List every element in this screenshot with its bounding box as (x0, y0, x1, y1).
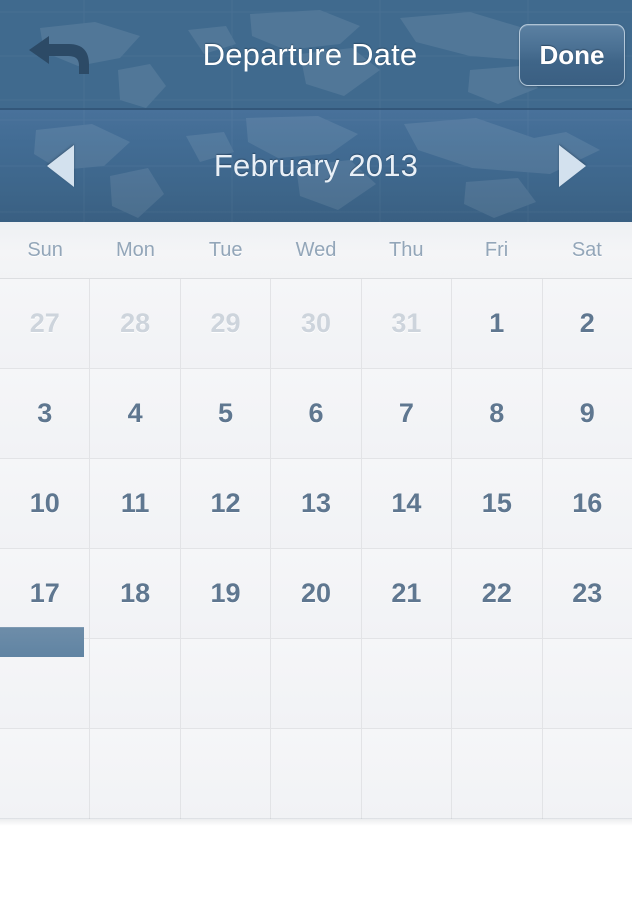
calendar-day-cell[interactable] (452, 639, 543, 728)
calendar-day-number: 6 (308, 398, 324, 428)
calendar-day-cell[interactable]: 23 (542, 549, 632, 638)
calendar-day-number: 19 (210, 578, 241, 608)
grid-bottom-shadow (0, 818, 632, 826)
calendar-day-cell[interactable] (361, 729, 453, 819)
weekday-label-tue: Tue (208, 238, 243, 261)
calendar-week-row: 3 4 5 6 7 8 9 (0, 369, 632, 459)
calendar-day-number: 3 (37, 398, 53, 428)
calendar-day-cell[interactable]: 19 (180, 549, 272, 638)
calendar-day-cell[interactable]: 18 (90, 549, 181, 638)
calendar-day-cell[interactable] (0, 729, 91, 819)
calendar-day-number: 28 (120, 308, 151, 338)
calendar-day-cell[interactable]: 30 (271, 279, 362, 368)
calendar-day-number: 2 (579, 308, 595, 338)
weekday-label-wed: Wed (295, 238, 337, 261)
calendar-day-cell[interactable]: 16 (542, 459, 632, 548)
calendar-day-number: 5 (218, 398, 234, 428)
calendar-day-cell[interactable]: 14 (361, 459, 453, 548)
calendar-day-grid: 27 28 29 30 31 1 2 3 4 5 6 7 8 9 10 11 12 13 14 15 16 17 18 19 2… (0, 278, 632, 819)
calendar-day-cell[interactable]: 31 (361, 279, 453, 368)
calendar-day-cell[interactable]: 27 (0, 279, 91, 368)
calendar-day-cell[interactable] (271, 639, 362, 728)
calendar-day-cell[interactable]: 9 (542, 369, 632, 458)
calendar-day-cell[interactable] (90, 639, 181, 728)
calendar-day-cell[interactable]: 28 (90, 279, 181, 368)
calendar-day-number: 21 (391, 578, 422, 608)
calendar-day-cell[interactable]: 15 (452, 459, 543, 548)
navigation-bar: Departure Date Done (0, 0, 632, 110)
calendar-day-cell[interactable] (271, 729, 362, 819)
calendar-day-number: 20 (300, 578, 331, 608)
calendar-day-number: 8 (489, 398, 505, 428)
calendar-day-number: 22 (481, 578, 512, 608)
calendar-day-number: 7 (398, 398, 414, 428)
page-title: Departure Date (202, 37, 418, 72)
weekday-label-thu: Thu (389, 238, 424, 261)
back-button[interactable] (22, 24, 98, 86)
departure-date-picker-screen: Departure Date Done February 2013 Sun Mo… (0, 0, 632, 919)
weekday-label-sat: Sat (571, 238, 602, 261)
calendar-day-cell[interactable]: 21 (361, 549, 453, 638)
done-button-label: Done (539, 39, 605, 70)
calendar-day-cell[interactable] (0, 627, 91, 728)
calendar-day-cell[interactable]: 4 (90, 369, 181, 458)
previous-month-button[interactable] (14, 110, 106, 222)
calendar-week-row: 17 18 19 20 21 22 23 (0, 549, 632, 639)
calendar-day-cell[interactable]: 13 (271, 459, 362, 548)
calendar-day-cell[interactable]: 6 (271, 369, 362, 458)
calendar-day-cell[interactable] (180, 639, 272, 728)
calendar-day-cell[interactable] (90, 729, 181, 819)
next-month-button[interactable] (526, 110, 618, 222)
calendar-day-cell[interactable]: 5 (180, 369, 272, 458)
calendar-day-number: 15 (481, 488, 512, 518)
calendar-week-row: 10 11 12 13 14 15 16 (0, 459, 632, 549)
calendar-day-number: 11 (120, 488, 150, 518)
calendar-day-cell[interactable]: 8 (452, 369, 543, 458)
calendar-day-cell[interactable] (452, 729, 543, 819)
weekday-label-sun: Sun (27, 238, 63, 261)
calendar-day-cell[interactable]: 1 (452, 279, 543, 368)
calendar-day-number: 23 (572, 578, 603, 608)
calendar-day-number: 14 (391, 488, 422, 518)
calendar-day-number: 30 (300, 308, 331, 338)
back-arrow-icon (29, 36, 89, 74)
calendar-day-cell[interactable] (180, 729, 272, 819)
calendar-day-cell[interactable]: 17 (0, 549, 91, 638)
calendar-day-number: 12 (210, 488, 241, 518)
calendar-day-number: 17 (29, 578, 60, 608)
triangle-left-icon (46, 145, 74, 187)
calendar-day-cell[interactable] (542, 639, 632, 728)
triangle-right-icon (558, 145, 586, 187)
calendar-day-number: 16 (572, 488, 603, 518)
calendar-day-number: 13 (300, 488, 331, 518)
calendar-day-cell[interactable]: 20 (271, 549, 362, 638)
calendar-day-cell[interactable]: 29 (180, 279, 272, 368)
calendar-day-number: 31 (391, 308, 422, 338)
calendar-week-row: 27 28 29 30 31 1 2 (0, 279, 632, 369)
calendar-day-number: 1 (489, 308, 505, 338)
calendar-day-cell[interactable]: 11 (90, 459, 181, 548)
calendar-day-number: 29 (210, 308, 241, 338)
calendar-day-cell[interactable] (542, 729, 632, 819)
calendar-day-cell[interactable]: 3 (0, 369, 91, 458)
weekday-label-mon: Mon (115, 238, 155, 261)
calendar-day-cell[interactable]: 10 (0, 459, 91, 548)
month-navigation-bar: February 2013 (0, 110, 632, 222)
calendar-day-number: 27 (29, 308, 60, 338)
calendar-day-cell[interactable]: 2 (542, 279, 632, 368)
done-button[interactable]: Done (519, 24, 625, 86)
calendar-day-number: 9 (579, 398, 595, 428)
calendar-day-number: 18 (120, 578, 151, 608)
calendar-day-cell[interactable] (361, 639, 453, 728)
calendar-week-row (0, 627, 632, 729)
calendar-day-number: 10 (29, 488, 60, 518)
calendar-week-row (0, 729, 632, 819)
weekday-label-fri: Fri (484, 238, 509, 261)
calendar-day-cell[interactable]: 12 (180, 459, 272, 548)
calendar-day-cell[interactable]: 22 (452, 549, 543, 638)
weekday-header-row: Sun Mon Tue Wed Thu Fri Sat (0, 222, 632, 278)
calendar-day-number: 4 (127, 398, 143, 428)
calendar-day-cell[interactable]: 7 (361, 369, 453, 458)
current-month-label: February 2013 (213, 148, 419, 183)
